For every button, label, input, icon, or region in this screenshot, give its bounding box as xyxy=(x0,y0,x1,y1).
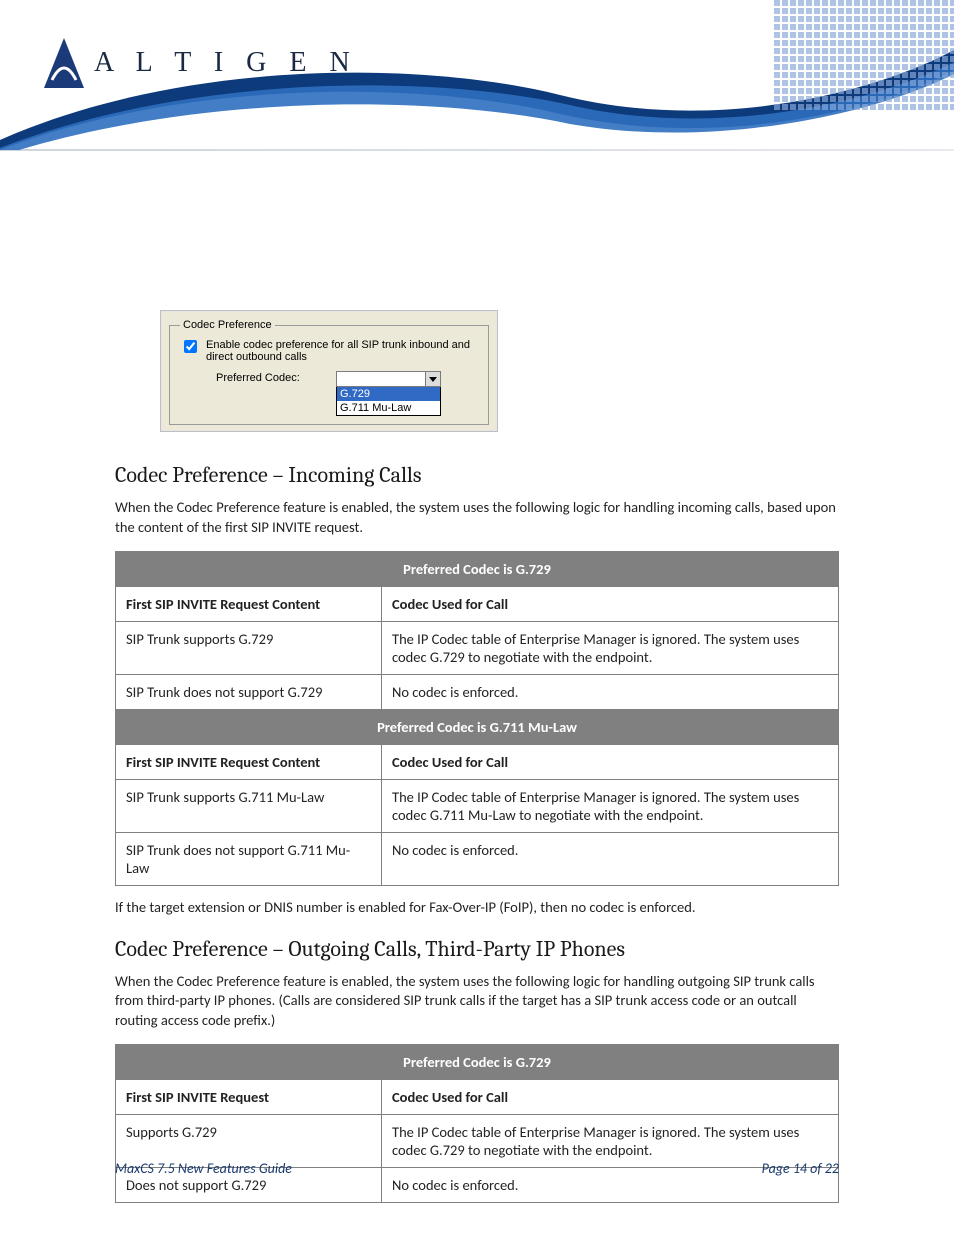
preferred-codec-dropdown[interactable]: G.729 G.711 Mu-Law xyxy=(336,371,441,416)
table-title: Preferred Codec is G.729 xyxy=(116,1045,839,1080)
table-header: First SIP INVITE Request Content xyxy=(116,587,382,622)
table-row: SIP Trunk does not support G.711 Mu-Law … xyxy=(116,833,839,886)
page-content: Codec Preference Enable codec preference… xyxy=(0,150,954,1203)
brand-name: A L T I G E N xyxy=(94,47,358,79)
incoming-codec-table: Preferred Codec is G.729 First SIP INVIT… xyxy=(115,551,839,886)
table-cell: The IP Codec table of Enterprise Manager… xyxy=(382,622,839,675)
footer-title: MaxCS 7.5 New Features Guide xyxy=(115,1160,292,1177)
header-grid-pattern xyxy=(774,0,954,110)
table-header: Codec Used for Call xyxy=(382,745,839,780)
dropdown-option[interactable]: G.729 xyxy=(337,387,440,401)
table-cell: SIP Trunk supports G.711 Mu-Law xyxy=(116,780,382,833)
page-footer: MaxCS 7.5 New Features Guide Page 14 of … xyxy=(115,1160,839,1177)
table-row: SIP Trunk supports G.729 The IP Codec ta… xyxy=(116,622,839,675)
section-intro: When the Codec Preference feature is ena… xyxy=(115,498,839,537)
logo-mark-icon xyxy=(42,36,86,90)
table-title: Preferred Codec is G.711 Mu-Law xyxy=(116,710,839,745)
enable-codec-checkbox[interactable] xyxy=(184,340,197,353)
outgoing-codec-table: Preferred Codec is G.729 First SIP INVIT… xyxy=(115,1044,839,1203)
table-header: Codec Used for Call xyxy=(382,1080,839,1115)
codec-preference-panel: Codec Preference Enable codec preference… xyxy=(160,310,498,432)
table-cell: No codec is enforced. xyxy=(382,675,839,710)
enable-codec-label: Enable codec preference for all SIP trun… xyxy=(206,339,478,363)
table-cell: SIP Trunk supports G.729 xyxy=(116,622,382,675)
table-cell: No codec is enforced. xyxy=(382,833,839,886)
table-cell: SIP Trunk does not support G.711 Mu-Law xyxy=(116,833,382,886)
codec-legend: Codec Preference xyxy=(180,319,275,331)
section-heading-outgoing: Codec Preference – Outgoing Calls, Third… xyxy=(115,936,839,962)
table-header: Codec Used for Call xyxy=(382,587,839,622)
footer-page: Page 14 of 22 xyxy=(762,1160,839,1177)
preferred-codec-label: Preferred Codec: xyxy=(216,371,336,384)
table-header: First SIP INVITE Request xyxy=(116,1080,382,1115)
dropdown-option[interactable]: G.711 Mu-Law xyxy=(337,401,440,415)
table-header: First SIP INVITE Request Content xyxy=(116,745,382,780)
table-cell: The IP Codec table of Enterprise Manager… xyxy=(382,780,839,833)
section-note: If the target extension or DNIS number i… xyxy=(115,898,839,918)
codec-fieldset: Codec Preference Enable codec preference… xyxy=(169,319,489,425)
brand-logo: A L T I G E N xyxy=(42,36,358,90)
table-row: SIP Trunk does not support G.729 No code… xyxy=(116,675,839,710)
section-heading-incoming: Codec Preference – Incoming Calls xyxy=(115,462,839,488)
table-row: SIP Trunk supports G.711 Mu-Law The IP C… xyxy=(116,780,839,833)
table-cell: SIP Trunk does not support G.729 xyxy=(116,675,382,710)
chevron-down-icon[interactable] xyxy=(425,372,440,386)
page-header: A L T I G E N xyxy=(0,0,954,150)
section-intro: When the Codec Preference feature is ena… xyxy=(115,972,839,1031)
dropdown-list: G.729 G.711 Mu-Law xyxy=(336,387,441,416)
table-title: Preferred Codec is G.729 xyxy=(116,552,839,587)
